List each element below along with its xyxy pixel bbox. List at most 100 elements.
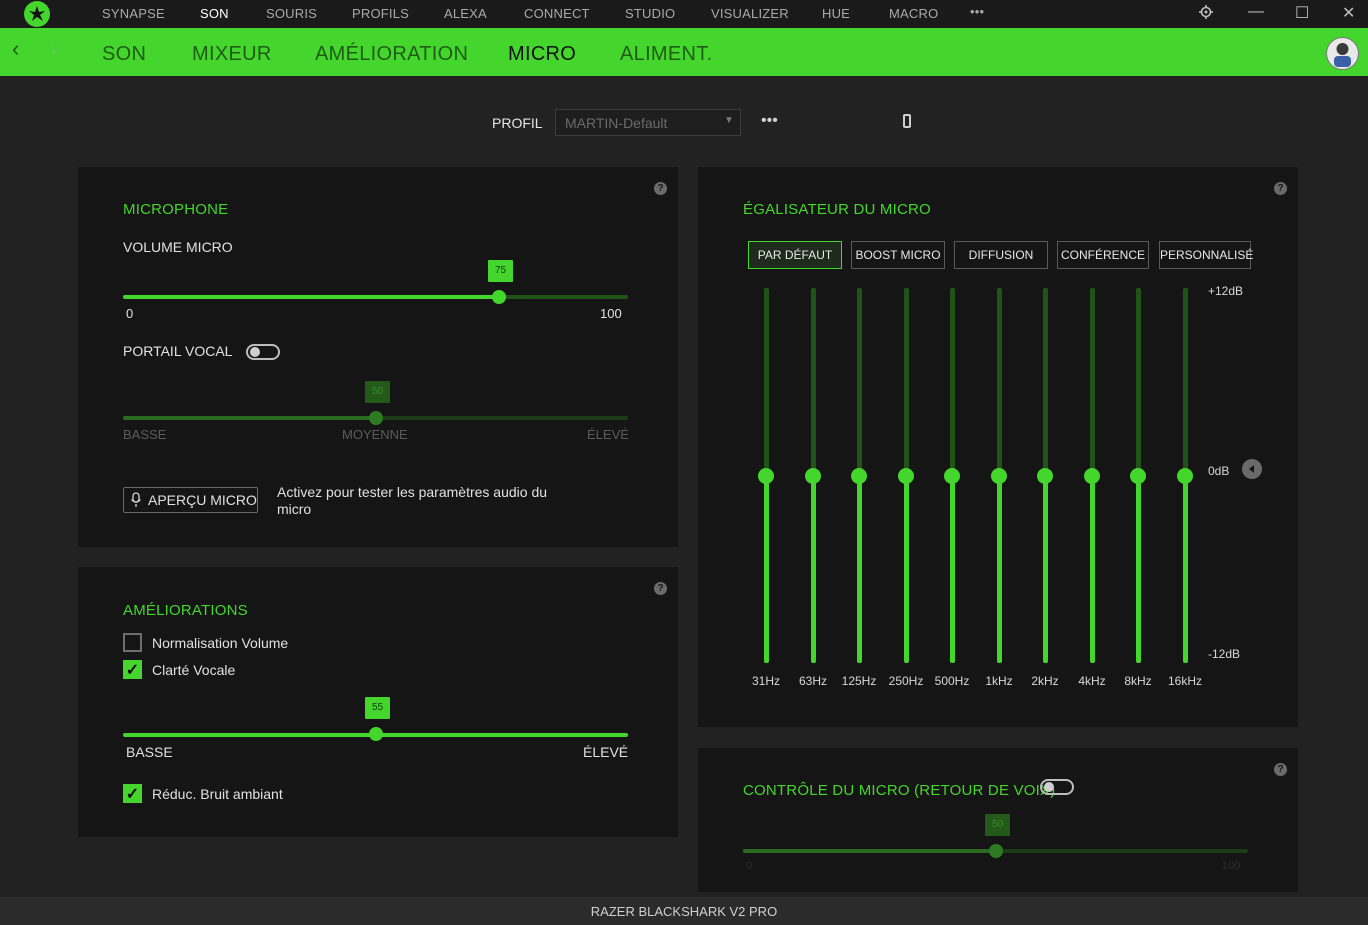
tab-amelioration[interactable]: AMÉLIORATION <box>315 43 468 66</box>
device-name: RAZER BLACKSHARK V2 PRO <box>590 904 778 919</box>
apercu-micro-button[interactable]: APERÇU MICRO <box>123 487 258 513</box>
nav-profils[interactable]: PROFILS <box>352 6 409 21</box>
nav-macro[interactable]: MACRO <box>889 6 938 21</box>
volume-min-label: 0 <box>126 306 134 321</box>
razer-logo-icon <box>24 1 50 27</box>
clarte-slider-handle[interactable] <box>369 727 383 741</box>
controle-min-label: 0 <box>746 860 753 872</box>
eq-band-handle-250Hz[interactable] <box>898 467 914 484</box>
profile-more-button[interactable]: ••• <box>761 112 778 130</box>
nav-son[interactable]: SON <box>200 6 229 21</box>
eq-band-label: 31Hz <box>751 674 780 688</box>
apercu-micro-label: APERÇU MICRO <box>148 492 257 508</box>
controle-micro-title: CONTRÔLE DU MICRO (RETOUR DE VOIX) <box>743 782 1056 799</box>
microphone-title: MICROPHONE <box>123 201 229 218</box>
speaker-icon <box>1249 465 1254 473</box>
gate-slider-handle[interactable] <box>369 411 383 425</box>
preset-diffusion-button[interactable]: DIFFUSION <box>954 241 1048 269</box>
gate-mid-label: MOYENNE <box>342 427 408 442</box>
gear-icon[interactable] <box>1198 4 1214 25</box>
clarte-value-bubble: 55 <box>365 697 390 719</box>
preset-conference-button[interactable]: CONFÉRENCE <box>1057 241 1149 269</box>
equalizer-title: ÉGALISATEUR DU MICRO <box>743 201 931 218</box>
gate-low-label: BASSE <box>123 427 167 442</box>
gate-value-bubble: 50 <box>365 381 390 403</box>
help-icon[interactable]: ? <box>654 182 667 195</box>
eq-band-handle-500Hz[interactable] <box>944 467 960 484</box>
chevron-down-icon: ▼ <box>724 115 734 126</box>
eq-band-handle-63Hz[interactable] <box>805 467 821 484</box>
volume-slider-handle[interactable] <box>492 290 506 304</box>
profile-dropdown-value: MARTIN-Default <box>565 115 668 131</box>
maximize-button[interactable]: ☐ <box>1295 3 1309 23</box>
nav-more-button[interactable]: ••• <box>970 4 984 19</box>
nav-souris[interactable]: SOURIS <box>266 6 317 21</box>
eq-band-label: 500Hz <box>934 674 970 688</box>
clarte-low-label: BASSE <box>126 744 173 760</box>
eq-band-label: 4kHz <box>1078 674 1106 688</box>
eq-zero-db-label: 0dB <box>1208 464 1230 478</box>
controle-slider-handle[interactable] <box>989 844 1003 858</box>
eq-min-db-label: -12dB <box>1208 647 1241 661</box>
controle-micro-toggle[interactable] <box>1040 779 1074 795</box>
nav-alexa[interactable]: ALEXA <box>444 6 487 21</box>
eq-band-label: 16kHz <box>1167 674 1202 688</box>
nav-synapse[interactable]: SYNAPSE <box>102 6 165 21</box>
tab-mixeur[interactable]: MIXEUR <box>192 43 272 66</box>
eq-band-handle-8kHz[interactable] <box>1130 467 1146 484</box>
normalisation-label: Normalisation Volume <box>152 635 289 651</box>
user-avatar[interactable] <box>1326 37 1359 70</box>
preset-par-defaut-button[interactable]: PAR DÉFAUT <box>748 241 842 269</box>
controle-value-bubble: 50 <box>985 814 1010 836</box>
portail-vocal-label: PORTAIL VOCAL <box>123 343 233 359</box>
controle-slider-fill <box>743 849 996 853</box>
apercu-description-line1: Activez pour tester les paramètres audio… <box>277 484 548 500</box>
eq-band-label: 63Hz <box>798 674 827 688</box>
nav-hue[interactable]: HUE <box>822 6 850 21</box>
gate-high-label: ÉLEVÉ <box>587 427 629 442</box>
eq-band-label: 1kHz <box>985 674 1013 688</box>
forward-arrow-icon[interactable]: › <box>50 36 57 62</box>
eq-band-label: 125Hz <box>841 674 877 688</box>
nav-visualizer[interactable]: VISUALIZER <box>711 6 789 21</box>
clarte-vocale-checkbox[interactable]: ✓ <box>123 660 142 679</box>
tab-son[interactable]: SON <box>102 43 146 66</box>
eq-band-handle-125Hz[interactable] <box>851 467 867 484</box>
microphone-icon <box>130 492 142 513</box>
eq-reset-button[interactable] <box>1242 459 1262 479</box>
tab-micro[interactable]: MICRO <box>508 43 576 66</box>
help-icon[interactable]: ? <box>1274 182 1287 195</box>
gate-slider-fill <box>123 416 376 420</box>
help-icon[interactable]: ? <box>654 582 667 595</box>
nav-studio[interactable]: STUDIO <box>625 6 675 21</box>
eq-band-handle-16kHz[interactable] <box>1177 467 1193 484</box>
preset-personnalise-button[interactable]: PERSONNALISÉ <box>1159 241 1253 269</box>
controle-max-label: 100 <box>1222 860 1241 872</box>
portail-vocal-toggle[interactable] <box>246 344 280 360</box>
reduc-bruit-checkbox[interactable]: ✓ <box>123 784 142 803</box>
clarte-vocale-label: Clarté Vocale <box>152 662 236 678</box>
volume-value-bubble: 75 <box>488 260 513 282</box>
eq-max-db-label: +12dB <box>1208 284 1244 298</box>
help-icon[interactable]: ? <box>1274 763 1287 776</box>
eq-band-handle-1kHz[interactable] <box>991 467 1007 484</box>
eq-band-handle-31Hz[interactable] <box>758 467 774 484</box>
back-arrow-icon[interactable]: ‹ <box>12 36 19 62</box>
reduc-bruit-label: Réduc. Bruit ambiant <box>152 786 283 802</box>
nav-connect[interactable]: CONNECT <box>524 6 590 21</box>
eq-band-handle-4kHz[interactable] <box>1084 467 1100 484</box>
eq-band-handle-2kHz[interactable] <box>1037 467 1053 484</box>
eq-band-label: 2kHz <box>1031 674 1059 688</box>
close-button[interactable]: ✕ <box>1342 3 1355 23</box>
volume-max-label: 100 <box>600 306 622 321</box>
normalisation-checkbox[interactable] <box>123 633 142 652</box>
clarte-high-label: ÉLEVÉ <box>583 744 629 760</box>
preset-boost-micro-button[interactable]: BOOST MICRO <box>851 241 945 269</box>
ameliorations-title: AMÉLIORATIONS <box>123 602 248 619</box>
battery-icon <box>903 114 911 128</box>
profile-label: PROFIL <box>492 115 543 131</box>
eq-band-label: 8kHz <box>1124 674 1152 688</box>
tab-aliment[interactable]: ALIMENT. <box>620 43 712 66</box>
apercu-description-line2: micro <box>277 501 312 517</box>
minimize-button[interactable]: — <box>1248 3 1264 21</box>
